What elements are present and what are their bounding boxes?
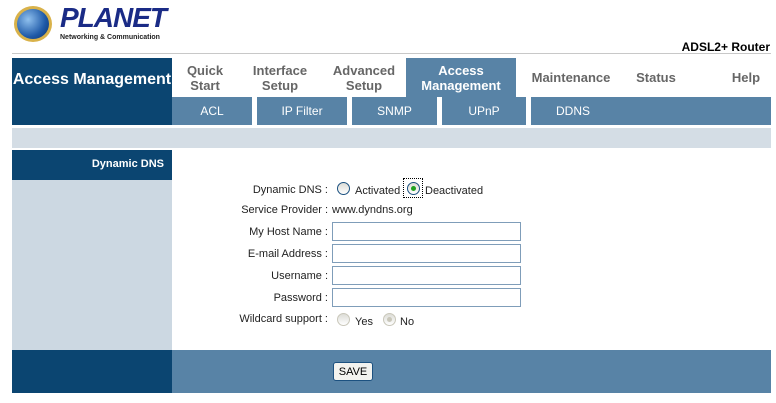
username-label: Username : (271, 270, 328, 282)
tab-access-management[interactable]: Access Management (406, 58, 516, 97)
host-label: My Host Name : (249, 226, 328, 238)
tab-status[interactable]: Status (628, 58, 684, 97)
save-button[interactable]: SAVE (333, 362, 373, 381)
activated-label[interactable]: Activated (355, 185, 400, 197)
brand-tagline: Networking & Communication (60, 34, 160, 41)
footer-left (12, 350, 172, 393)
yes-label: Yes (355, 316, 373, 328)
email-label: E-mail Address : (247, 248, 328, 260)
no-label: No (400, 316, 415, 328)
wildcard-label: Wildcard support : (239, 313, 328, 325)
subtab-ip-filter[interactable]: IP Filter (257, 97, 347, 125)
host-name-input[interactable] (332, 222, 521, 241)
divider (12, 53, 771, 54)
ddns-deactivated-radio[interactable] (407, 182, 420, 195)
wildcard-no-radio[interactable] (383, 313, 396, 326)
section-title: Access Management (12, 58, 172, 125)
tab-quick-start[interactable]: Quick Start (180, 58, 230, 97)
wildcard-yes-radio[interactable] (337, 313, 350, 326)
provider-label: Service Provider : (241, 204, 328, 216)
footer-bar (172, 350, 771, 393)
left-heading: Dynamic DNS (12, 150, 172, 180)
subtab-ddns[interactable]: DDNS (531, 97, 615, 125)
subtab-snmp[interactable]: SNMP (352, 97, 437, 125)
tab-advanced-setup[interactable]: Advanced Setup (328, 58, 400, 97)
email-input[interactable] (332, 244, 521, 263)
planet-logo: PLANET Networking & Communication (14, 2, 174, 44)
provider-value: www.dyndns.org (332, 204, 413, 216)
password-input[interactable] (332, 288, 521, 307)
tab-help[interactable]: Help (726, 58, 766, 97)
ddns-label: Dynamic DNS : (252, 184, 328, 196)
subtab-upnp[interactable]: UPnP (442, 97, 526, 125)
left-column (12, 150, 172, 350)
ddns-activated-radio[interactable] (337, 182, 350, 195)
model-name: ADSL2+ Router (681, 40, 770, 54)
globe-icon (14, 6, 52, 42)
spacer-bar (12, 128, 771, 148)
deactivated-label[interactable]: Deactivated (425, 185, 483, 197)
username-input[interactable] (332, 266, 521, 285)
tab-interface-setup[interactable]: Interface Setup (245, 58, 315, 97)
password-label: Password : (273, 292, 328, 304)
brand-name: PLANET (60, 2, 167, 33)
tab-maintenance[interactable]: Maintenance (524, 58, 618, 97)
subtab-acl[interactable]: ACL (172, 97, 252, 125)
